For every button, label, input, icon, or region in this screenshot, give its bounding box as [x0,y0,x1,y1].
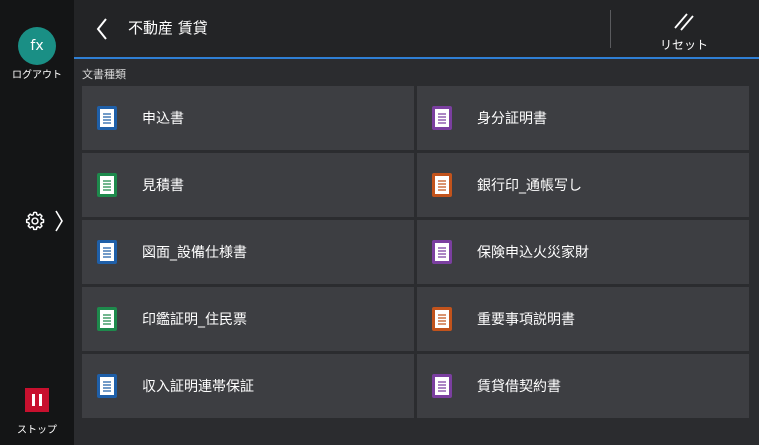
header-accent-line [74,57,759,59]
doc-tile-label: 申込書 [142,111,184,127]
blue-document-icon [97,240,117,264]
section-label: 文書種類 [82,68,126,81]
orange-document-icon [432,173,452,197]
stop-label: ストップ [17,425,57,436]
stop-button[interactable] [25,388,49,412]
reset-icon [634,10,734,34]
purple-document-icon [432,240,452,264]
doc-tile[interactable]: 図面_設備仕様書 [82,220,414,284]
pause-bar-right [39,394,42,406]
doc-tile[interactable]: 収入証明連帯保証 [82,354,414,418]
doc-tile[interactable]: 見積書 [82,153,414,217]
chevron-left-icon [96,18,107,40]
reset-label: リセット [659,38,708,52]
doc-tile-label: 賃貸借契約書 [477,379,561,395]
avatar[interactable]: fx [18,27,56,65]
reset-button[interactable]: リセット [634,6,734,54]
doc-tile[interactable]: 重要事項説明書 [417,287,749,351]
pause-bar-left [32,394,35,406]
blue-document-icon [97,374,117,398]
doc-tile-label: 見積書 [142,178,184,194]
header-divider [610,10,611,48]
green-document-icon [97,307,117,331]
page-title: 不動産 賃貸 [128,19,208,37]
doc-tile-label: 重要事項説明書 [477,312,575,328]
doc-tile-label: 保険申込火災家財 [477,245,589,261]
blue-document-icon [97,106,117,130]
sidebar: fx ログアウト ストップ [0,0,74,445]
header: 不動産 賃貸 リセット [74,0,759,57]
doc-tile[interactable]: 申込書 [82,86,414,150]
doc-tile-label: 銀行印_通帳写し [477,178,582,194]
doc-tile-label: 収入証明連帯保証 [142,379,254,395]
doc-tile-label: 図面_設備仕様書 [142,245,247,261]
avatar-text: fx [30,38,44,54]
settings-button[interactable] [24,206,70,236]
back-button[interactable] [90,14,114,44]
logout-label[interactable]: ログアウト [0,66,74,81]
green-document-icon [97,173,117,197]
doc-tile-label: 印鑑証明_住民票 [142,312,247,328]
doc-tile[interactable]: 印鑑証明_住民票 [82,287,414,351]
orange-document-icon [432,307,452,331]
gear-icon [24,210,46,232]
doc-tile[interactable]: 保険申込火災家財 [417,220,749,284]
purple-document-icon [432,106,452,130]
chevron-right-icon [54,209,64,233]
doc-tile[interactable]: 身分証明書 [417,86,749,150]
doc-tile[interactable]: 銀行印_通帳写し [417,153,749,217]
doc-tile[interactable]: 賃貸借契約書 [417,354,749,418]
doc-tile-label: 身分証明書 [477,111,547,127]
purple-document-icon [432,374,452,398]
